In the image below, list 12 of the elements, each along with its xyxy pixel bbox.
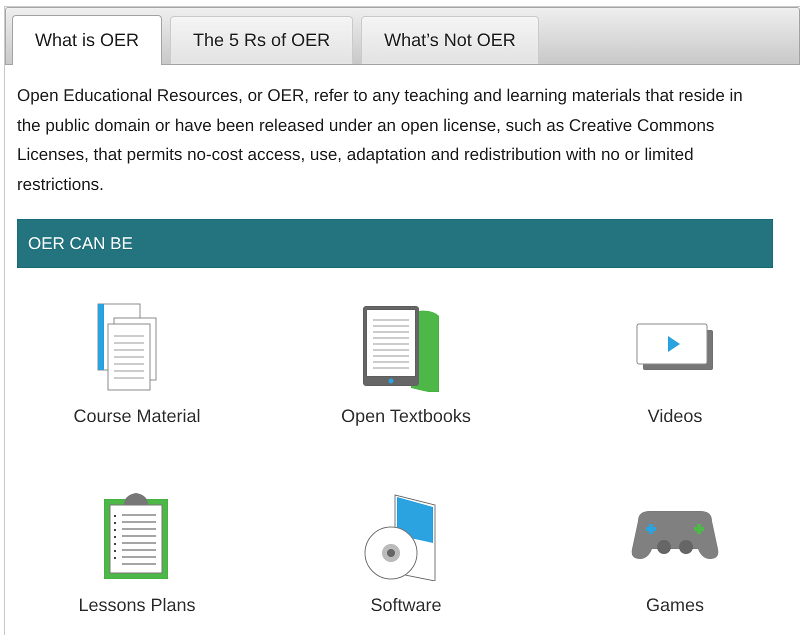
category-label: Course Material [73,406,201,427]
category-label: Games [646,595,704,616]
category-label: Open Textbooks [341,406,471,427]
play-card-icon [636,323,714,371]
section-heading: OER CAN BE [17,219,773,268]
category-label: Lessons Plans [78,595,196,616]
category-label: Software [370,595,442,616]
tab[interactable]: What is OER [12,15,162,65]
tab[interactable]: What’s Not OER [361,16,539,64]
intro-paragraph: Open Educational Resources, or OER, refer to any teaching and learning materials that reside in the public domain or have been released under an open license, such as Creative Commons Licenses, that permits no-cost access, use, adaptation and redistribution with no or limited restrictions. [17,85,744,196]
tab[interactable]: The 5 Rs of OER [170,16,354,64]
category-label: Videos [648,406,702,427]
